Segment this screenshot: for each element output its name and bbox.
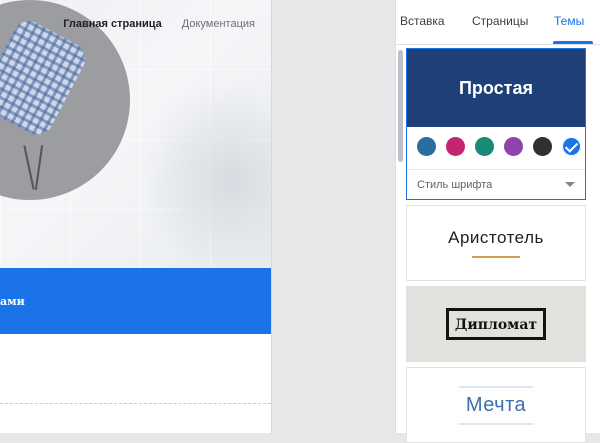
nav-home-link[interactable]: Главная страница	[63, 18, 162, 30]
color-swatch-magenta[interactable]	[446, 137, 465, 156]
theme-rule	[459, 385, 533, 388]
font-style-select[interactable]: Стиль шрифта	[407, 170, 585, 199]
chevron-down-icon	[565, 182, 575, 187]
theme-underline	[472, 256, 520, 258]
color-swatch-steel-blue[interactable]	[417, 137, 436, 156]
color-swatch-teal[interactable]	[475, 137, 494, 156]
color-swatches	[407, 127, 585, 170]
section-heading: ами	[0, 294, 25, 308]
site-nav: Главная страница Документация	[63, 18, 255, 30]
theme-title: Простая	[458, 77, 534, 98]
font-style-label: Стиль шрифта	[417, 178, 493, 191]
scrollbar-thumb[interactable]	[398, 50, 403, 162]
nav-docs-link[interactable]: Документация	[182, 18, 255, 30]
theme-card-simple[interactable]: Простая Стиль шрифта	[406, 48, 586, 200]
theme-card-diplomat[interactable]: Дипломат	[406, 286, 586, 362]
color-swatch-purple[interactable]	[504, 137, 523, 156]
hero-image	[0, 0, 271, 268]
theme-frame: Дипломат	[445, 308, 547, 340]
tab-themes[interactable]: Темы	[554, 14, 584, 28]
theme-card-dream[interactable]: Мечта	[406, 367, 586, 443]
hero-shadow	[140, 80, 271, 268]
site-preview: Главная страница Документация ами	[0, 0, 272, 433]
theme-title: Мечта	[465, 393, 527, 416]
tab-insert[interactable]: Вставка	[400, 14, 445, 28]
tab-pages[interactable]: Страницы	[472, 14, 528, 28]
blue-section: ами	[0, 268, 271, 334]
color-swatch-charcoal[interactable]	[533, 137, 552, 156]
side-panel: Вставка Страницы Темы Простая Стиль шриф…	[395, 0, 600, 443]
tab-active-indicator	[553, 41, 593, 44]
section-divider	[0, 403, 271, 404]
theme-title: Аристотель	[448, 228, 544, 247]
panel-tabs: Вставка Страницы Темы	[396, 0, 600, 45]
theme-card-aristotle[interactable]: Аристотель	[406, 205, 586, 281]
color-swatch-blue[interactable]	[562, 137, 581, 156]
theme-title: Дипломат	[454, 317, 538, 333]
theme-preview-simple[interactable]: Простая	[407, 49, 585, 127]
theme-list: Простая Стиль шрифта Аристотель Дипломат…	[406, 48, 588, 443]
theme-rule	[459, 422, 533, 425]
